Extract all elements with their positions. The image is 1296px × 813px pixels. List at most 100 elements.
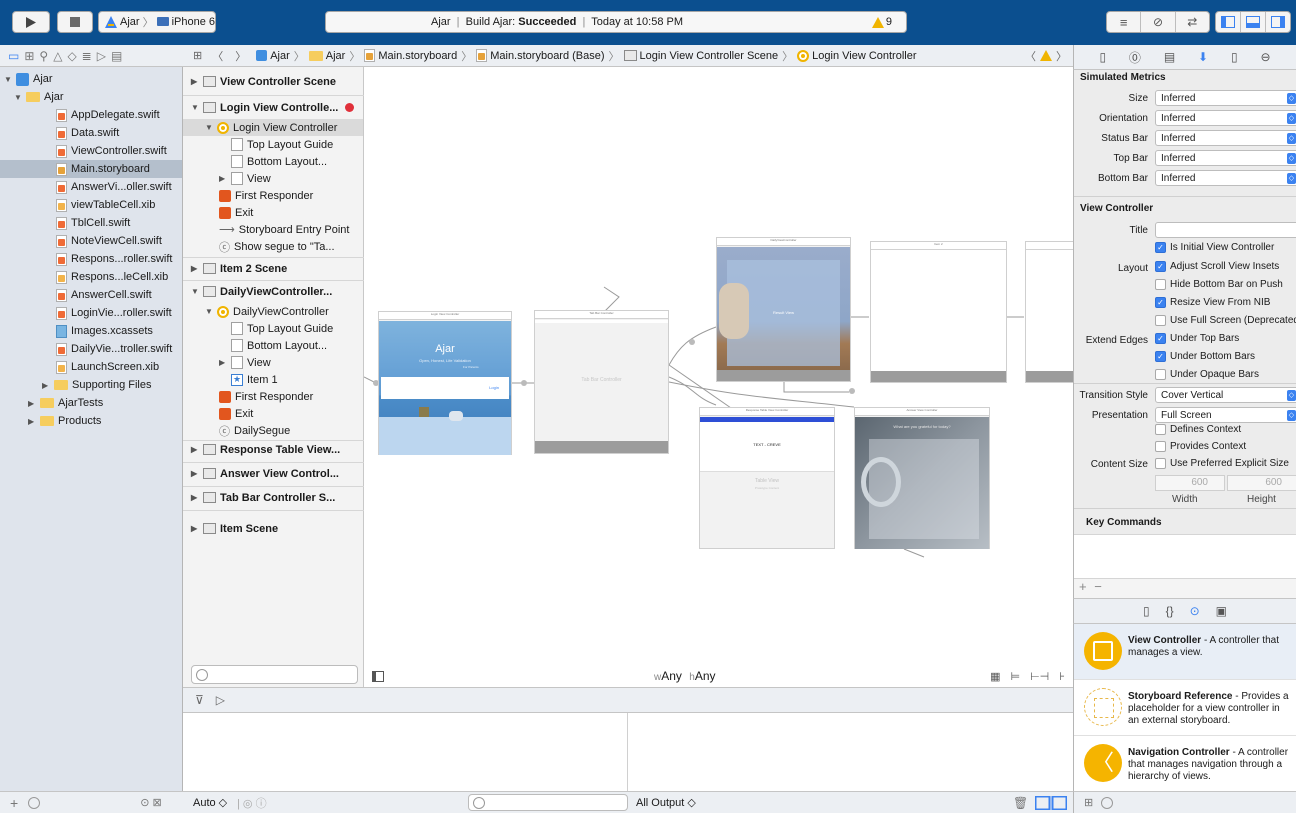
version-editor-button[interactable]: ⇄	[1176, 12, 1209, 32]
segue-node[interactable]	[521, 380, 527, 386]
outline-item[interactable]: Bottom Layout...	[231, 153, 327, 170]
offscreen-view-controller[interactable]	[1025, 241, 1073, 383]
report-icon[interactable]: ▤	[111, 49, 122, 63]
bottom-bar-popup[interactable]: Inferred ◇	[1155, 170, 1296, 186]
nav-item-file[interactable]: Data.swift	[56, 124, 182, 142]
trash-icon[interactable]: 🗑	[1013, 796, 1028, 810]
add-icon[interactable]: +	[1079, 579, 1087, 594]
outline-item[interactable]: Bottom Layout...	[231, 337, 327, 354]
outline-item[interactable]: First Responder	[219, 187, 313, 204]
nav-item-file[interactable]: LoginVie...roller.swift	[56, 304, 182, 322]
breadcrumb-scene[interactable]: Login View Controller Scene	[623, 50, 778, 62]
nav-item-file[interactable]: AnswerCell.swift	[56, 286, 182, 304]
breadcrumb-group[interactable]: Ajar	[308, 50, 345, 62]
outline-item[interactable]: Exit	[219, 405, 253, 422]
nav-item-file-selected[interactable]: Main.storyboard	[0, 160, 182, 178]
nav-item-file[interactable]: LaunchScreen.xib	[56, 358, 182, 376]
nav-item-file[interactable]: Respons...roller.swift	[56, 250, 182, 268]
outline-scene[interactable]: ▶ Answer View Control...	[191, 465, 339, 482]
object-library-icon[interactable]: ⊙	[1190, 604, 1200, 618]
outline-item[interactable]: ⟶ Storyboard Entry Point	[219, 221, 349, 238]
run-button[interactable]	[12, 11, 50, 33]
outline-scene[interactable]: ▶ Tab Bar Controller S...	[191, 489, 335, 506]
item2-view-controller[interactable]: Item 2	[870, 241, 1007, 383]
previous-issue-icon[interactable]: 〈	[1025, 48, 1036, 64]
height-field[interactable]: 600	[1227, 475, 1296, 491]
nav-item-group[interactable]: ▶ Products	[28, 412, 182, 430]
outline-item[interactable]: First Responder	[219, 388, 313, 405]
login-field[interactable]: Login	[381, 377, 509, 399]
answer-view-controller[interactable]: Answer View Controller What are you grat…	[854, 407, 990, 549]
under-opaque-bars-checkbox[interactable]: Under Opaque Bars	[1155, 369, 1259, 380]
pin-icon[interactable]: ⊢⊣	[1030, 670, 1049, 683]
width-field[interactable]: 600	[1155, 475, 1225, 491]
outline-item[interactable]: ▼ DailyViewController	[205, 303, 329, 320]
full-screen-checkbox[interactable]: Use Full Screen (Deprecated)	[1155, 315, 1296, 326]
outline-item[interactable]: ▶ View	[219, 354, 271, 371]
console-output-selector[interactable]: All Output ◇	[636, 796, 696, 809]
embed-in-stack-icon[interactable]: ▦	[990, 670, 1000, 683]
provides-context-checkbox[interactable]: Provides Context	[1155, 441, 1246, 452]
standard-editor-button[interactable]: ≡	[1107, 12, 1142, 32]
breadcrumb-base[interactable]: Main.storyboard (Base)	[476, 49, 605, 62]
outline-scene[interactable]: ▼ Login View Controlle...	[191, 99, 361, 116]
assistant-editor-button[interactable]: ⊘	[1141, 12, 1176, 32]
identity-inspector-icon[interactable]: ▤	[1164, 50, 1175, 64]
login-view-controller[interactable]: Login View Controller Ajar Open, Honest,…	[378, 311, 512, 455]
size-popup[interactable]: Inferred ◇	[1155, 90, 1296, 106]
document-outline-toggle-icon[interactable]	[372, 670, 384, 682]
outline-scene[interactable]: ▶ Item 2 Scene	[191, 260, 287, 277]
file-inspector-icon[interactable]: ▯	[1099, 50, 1106, 64]
outline-scene[interactable]: ▼ DailyViewController...	[191, 283, 332, 300]
outline-filter-field[interactable]	[191, 665, 358, 684]
warning-icon[interactable]	[1040, 50, 1052, 61]
library-item-navigation-controller[interactable]: 〈 Navigation Controller - A controller t…	[1074, 736, 1296, 792]
nav-item-file[interactable]: Images.xcassets	[56, 322, 182, 340]
quick-look-icon[interactable]: | ◎ ⓘ	[237, 795, 267, 811]
nav-item-group[interactable]: ▶ Supporting Files	[42, 376, 182, 394]
recent-filter-icon[interactable]: ⊙ ⊠	[140, 796, 162, 809]
nav-item-file[interactable]: ViewController.swift	[56, 142, 182, 160]
hierarchy-icon[interactable]: ⊞	[24, 49, 34, 63]
variables-scope-selector[interactable]: Auto ◇	[193, 796, 227, 809]
nav-item-file[interactable]: NoteViewCell.swift	[56, 232, 182, 250]
presentation-popup[interactable]: Full Screen ◇	[1155, 407, 1296, 423]
segue-node[interactable]	[689, 339, 695, 345]
status-bar-popup[interactable]: Inferred ◇	[1155, 130, 1296, 146]
hide-bottom-bar-checkbox[interactable]: Hide Bottom Bar on Push	[1155, 279, 1283, 290]
breadcrumb-project[interactable]: Ajar	[256, 50, 290, 62]
warning-indicator[interactable]: 9	[871, 16, 892, 28]
outline-scene[interactable]: ▶ View Controller Scene	[191, 73, 336, 90]
outline-item[interactable]: ★ Item 1	[231, 371, 278, 388]
attributes-inspector-icon[interactable]: ⬇	[1198, 50, 1208, 64]
initial-vc-checkbox[interactable]: ✓ Is Initial View Controller	[1155, 242, 1274, 253]
under-top-bars-checkbox[interactable]: ✓ Under Top Bars	[1155, 333, 1239, 344]
remove-icon[interactable]: −	[1094, 579, 1102, 594]
scheme-selector[interactable]: Ajar 〉 iPhone 6	[98, 11, 216, 33]
outline-item[interactable]: Exit	[219, 204, 253, 221]
issue-icon[interactable]: △	[53, 49, 62, 63]
toggle-debug-button[interactable]	[1241, 12, 1266, 32]
connections-inspector-icon[interactable]: ⊖	[1260, 50, 1270, 64]
breakpoints-icon[interactable]: ▷	[216, 693, 225, 707]
nav-item-file[interactable]: AnswerVi...oller.swift	[56, 178, 182, 196]
outline-item[interactable]: Top Layout Guide	[231, 320, 333, 337]
title-field[interactable]	[1155, 222, 1296, 238]
toggle-utilities-button[interactable]	[1266, 12, 1290, 32]
quick-help-icon[interactable]: ⓪	[1129, 49, 1141, 66]
library-item-storyboard-reference[interactable]: Storyboard Reference - Provides a placeh…	[1074, 680, 1296, 736]
nav-item-file[interactable]: viewTableCell.xib	[56, 196, 182, 214]
add-icon[interactable]: +	[10, 795, 18, 811]
outline-item[interactable]: ⓒ Show segue to "Ta...	[219, 238, 335, 255]
test-icon[interactable]: ◇	[67, 49, 76, 63]
transition-style-popup[interactable]: Cover Vertical ◇	[1155, 387, 1296, 403]
resolve-issues-icon[interactable]: ⊦	[1059, 670, 1065, 683]
stop-button[interactable]	[57, 11, 93, 33]
filter-search-icon[interactable]	[28, 796, 41, 809]
preferred-size-checkbox[interactable]: Use Preferred Explicit Size	[1155, 458, 1289, 469]
filter-search-icon[interactable]	[1101, 796, 1114, 809]
breadcrumb-controller[interactable]: Login View Controller	[797, 49, 917, 62]
error-icon[interactable]	[345, 103, 354, 112]
debug-icon[interactable]: ≣	[82, 49, 92, 63]
breadcrumb-file[interactable]: Main.storyboard	[364, 49, 457, 62]
